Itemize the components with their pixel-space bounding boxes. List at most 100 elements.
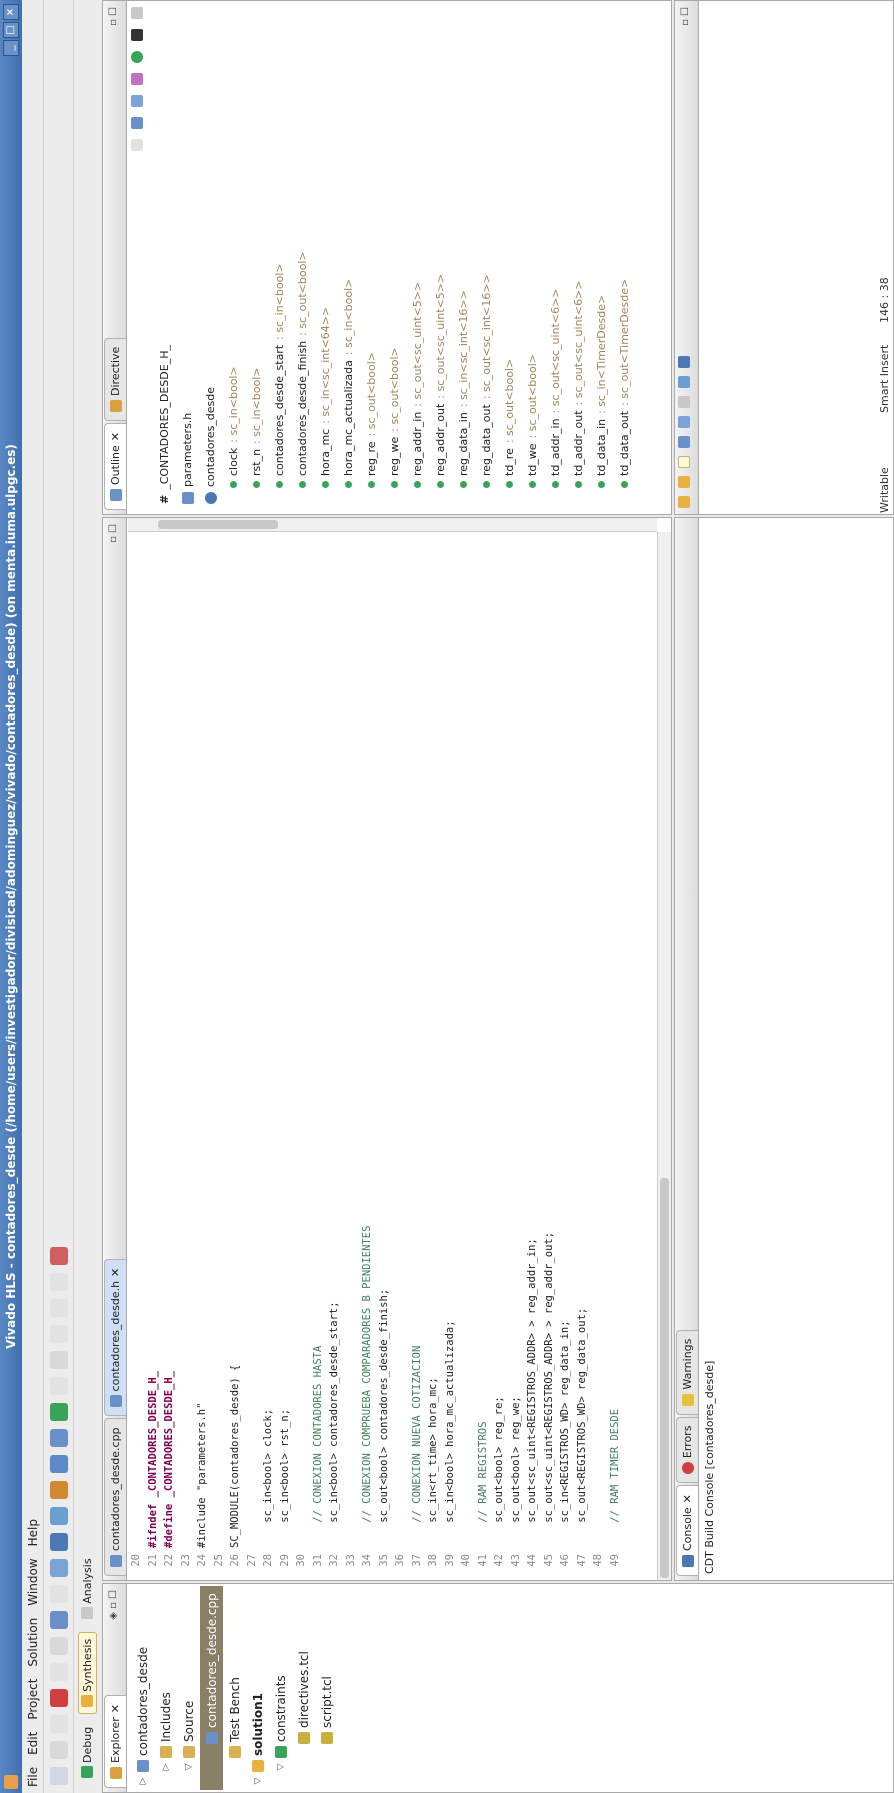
editor-view-controls[interactable]: ▫ ☐ (108, 524, 119, 543)
tab-contadores-desde-h[interactable]: contadores_desde.h ✕ (104, 1258, 126, 1417)
explorer-item[interactable]: directives.tcl (292, 1586, 315, 1790)
code-line[interactable]: 25 (211, 532, 228, 1580)
synthesis-perspective-button[interactable]: Synthesis (77, 1631, 97, 1714)
synthesis-icon[interactable] (49, 1481, 68, 1499)
outline-item[interactable]: td_re : sc_out<bool> (498, 15, 521, 510)
console-view-controls[interactable]: ▫ ☐ (680, 7, 691, 26)
code-line[interactable]: 44 sc_out<sc_uint<REGISTROS_ADDR> > reg_… (524, 532, 541, 1580)
outline-item[interactable]: td_addr_out : sc_out<sc_uint<6>> (567, 15, 590, 510)
code-line[interactable]: 30 (293, 532, 310, 1580)
code-line[interactable]: 26 SC_MODULE(contadores_desde) { (227, 532, 244, 1580)
close-icon[interactable]: ✕ (109, 432, 122, 441)
explorer-item[interactable]: Test Bench (223, 1586, 246, 1790)
open-console-icon[interactable] (678, 356, 690, 368)
run-icon[interactable] (49, 1403, 68, 1421)
down-arrow-icon[interactable] (678, 476, 690, 488)
minimize-button[interactable]: _ (3, 40, 19, 56)
settings-icon[interactable] (49, 1611, 68, 1629)
outline-item[interactable]: rst_n : sc_in<bool> (245, 15, 268, 510)
new-solution-icon[interactable] (49, 1585, 68, 1603)
code-line[interactable]: 41 // RAM REGISTROS (475, 532, 492, 1580)
outline-item[interactable]: reg_data_out : sc_out<sc_int<16>> (475, 15, 498, 510)
outline-item[interactable]: contadores_desde_start : sc_in<bool> (268, 15, 291, 510)
code-line[interactable]: 35 sc_out<bool> contadores_desde_finish; (376, 532, 393, 1580)
outline-item[interactable]: td_we : sc_out<bool> (521, 15, 544, 510)
compare-icon[interactable] (49, 1351, 68, 1369)
expand-arrow-icon[interactable]: ▽ (276, 1762, 286, 1772)
sort-icon[interactable] (131, 117, 143, 129)
outline-item[interactable]: td_addr_in : sc_out<sc_uint<6>> (544, 15, 567, 510)
code-line[interactable]: 45 sc_out<sc_uint<REGISTROS_ADDR> > reg_… (541, 532, 558, 1580)
stop-icon[interactable] (49, 1377, 68, 1395)
new-project-icon[interactable] (49, 1767, 68, 1785)
help-icon[interactable] (49, 1247, 68, 1265)
code-line[interactable]: 34 // CONEXION COMPRUEBA COMPARADORES B … (359, 532, 376, 1580)
index-icon[interactable] (49, 1533, 68, 1551)
menu-edit[interactable]: Edit (26, 1732, 40, 1755)
outline-item[interactable]: reg_addr_in : sc_out<sc_uint<5>> (406, 15, 429, 510)
code-line[interactable]: 37 // CONEXION NUEVA COTIZACION (409, 532, 426, 1580)
explorer-item[interactable]: ▷ Includes (154, 1586, 177, 1790)
tab-warnings[interactable]: Warnings (676, 1329, 698, 1415)
code-line[interactable]: 47 sc_out<REGISTROS_WD> reg_data_out; (574, 532, 591, 1580)
outline-item[interactable]: td_data_out : sc_out<TimerDesde> (613, 15, 636, 510)
close-icon[interactable]: ✕ (109, 1704, 122, 1713)
tab-contadores-desde-cpp[interactable]: contadores_desde.cpp (104, 1418, 126, 1576)
code-line[interactable]: 49 // RAM TIMER DESDE (607, 532, 624, 1580)
code-line[interactable]: 42 sc_out<bool> reg_re; (491, 532, 508, 1580)
explorer-item[interactable]: script.tcl (315, 1586, 338, 1790)
export-rtl-icon[interactable] (49, 1429, 68, 1447)
explorer-item[interactable]: contadores_desde.cpp (200, 1586, 223, 1790)
outline-item[interactable]: reg_we : sc_out<bool> (383, 15, 406, 510)
tab-directive[interactable]: Directive (104, 337, 126, 421)
analysis-icon[interactable] (49, 1273, 68, 1291)
hide-fields-icon[interactable] (131, 95, 143, 107)
menu-project[interactable]: Project (26, 1679, 40, 1720)
outline-item[interactable]: reg_data_in : sc_in<sc_int<16>> (452, 15, 475, 510)
code-line[interactable]: 39 sc_in<bool> hora_mc_actualizada; (442, 532, 459, 1580)
open-icon[interactable] (49, 1715, 68, 1733)
code-line[interactable]: 24 #include "parameters.h" (194, 532, 211, 1580)
menu-file[interactable]: File (26, 1767, 40, 1787)
scroll-lock-icon[interactable] (678, 436, 690, 448)
outline-item[interactable]: hora_mc : sc_in<sc_int<64>> (314, 15, 337, 510)
solution-settings-icon[interactable] (49, 1559, 68, 1577)
tab-explorer[interactable]: Explorer ✕ (104, 1694, 126, 1788)
outline-item[interactable]: hora_mc_actualizada : sc_in<bool> (337, 15, 360, 510)
open-report-icon[interactable] (49, 1325, 68, 1343)
word-wrap-icon[interactable] (678, 416, 690, 428)
outline-item[interactable]: contadores_desde_finish : sc_out<bool> (291, 15, 314, 510)
code-line[interactable]: 48 (590, 532, 607, 1580)
view-menu-icon[interactable] (131, 7, 143, 19)
explorer-item[interactable]: ▽ solution1 (246, 1586, 269, 1790)
expand-arrow-icon[interactable]: ▷ (161, 1762, 171, 1772)
save-icon[interactable] (49, 1663, 68, 1681)
outline-item[interactable]: parameters.h (176, 15, 199, 510)
scroll-thumb[interactable] (158, 520, 278, 529)
hide-nonpublic-icon[interactable] (131, 51, 143, 63)
code-editor[interactable]: 20 21 #ifndef _CONTADORES_DESDE_H_ 22 #defin… (128, 532, 657, 1580)
expand-arrow-icon[interactable]: ▽ (253, 1776, 263, 1786)
display-console-icon[interactable] (678, 376, 690, 388)
maximize-button[interactable]: □ (3, 22, 19, 38)
explorer-item[interactable]: ▽ constraints (269, 1586, 292, 1790)
save-all-icon[interactable] (49, 1637, 68, 1655)
hide-static-icon[interactable] (131, 73, 143, 85)
outline-item[interactable]: reg_addr_out : sc_out<sc_uint<5>> (429, 15, 452, 510)
outline-item[interactable]: reg_re : sc_out<bool> (360, 15, 383, 510)
csim-icon[interactable] (49, 1507, 68, 1525)
outline-item[interactable]: clock : sc_in<bool> (222, 15, 245, 510)
code-line[interactable]: 33 (343, 532, 360, 1580)
code-line[interactable]: 43 sc_out<bool> reg_we; (508, 532, 525, 1580)
collapse-all-icon[interactable] (131, 139, 143, 151)
menu-solution[interactable]: Solution (26, 1618, 40, 1667)
tab-outline[interactable]: Outline ✕ (104, 422, 126, 510)
outline-view-controls[interactable]: ▫ ☐ (108, 7, 119, 26)
scroll-thumb[interactable] (660, 1178, 669, 1578)
tab-errors[interactable]: Errors (676, 1416, 698, 1484)
code-line[interactable]: 22 #define _CONTADORES_DESDE_H_ (161, 532, 178, 1580)
code-line[interactable]: 36 (392, 532, 409, 1580)
code-line[interactable]: 31 // CONEXION CONTADORES HASTA (310, 532, 327, 1580)
expand-arrow-icon[interactable]: ▽ (184, 1762, 194, 1772)
editor-vertical-scrollbar[interactable] (128, 518, 657, 532)
